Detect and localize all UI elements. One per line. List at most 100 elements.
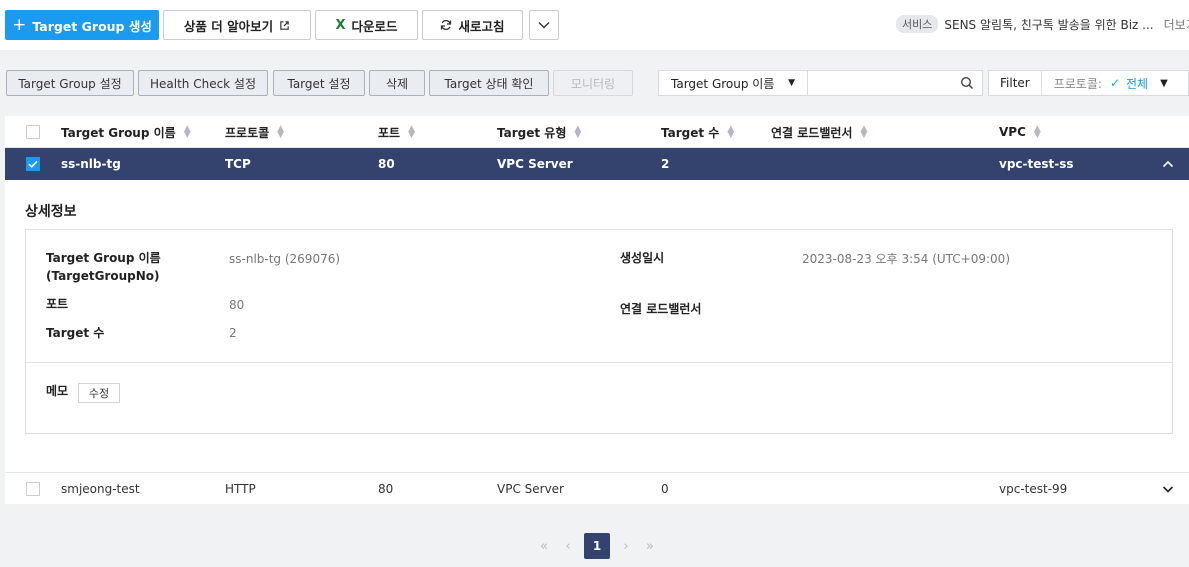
column-header-target-count[interactable]: Target 수 ▲ ▼ <box>661 116 734 148</box>
refresh-button[interactable]: 새로고침 <box>422 10 523 40</box>
tg-name-label-line1: Target Group 이름 <box>46 251 161 265</box>
create-target-group-button[interactable]: + Target Group 생성 <box>5 10 159 40</box>
check-icon <box>28 160 38 168</box>
notice-tag: 서비스 <box>896 15 939 33</box>
column-header-target-type[interactable]: Target 유형 ▲ ▼ <box>497 116 581 148</box>
download-button[interactable]: X 다운로드 <box>315 10 418 40</box>
cell-target-count: 2 <box>661 157 670 171</box>
chevron-down-icon <box>538 22 550 29</box>
tg-name-value: ss-nlb-tg (269076) <box>229 252 341 266</box>
filter-label: Filter <box>989 71 1042 95</box>
column-header-load-balancer[interactable]: 연결 로드밸런서 ▲ ▼ <box>771 116 867 148</box>
table-row[interactable]: smjeong-test HTTP 80 VPC Server 0 vpc-te… <box>5 472 1189 504</box>
next-page-icon[interactable]: › <box>618 539 634 554</box>
create-button-label: Target Group 생성 <box>32 18 152 34</box>
row-checkbox[interactable] <box>26 157 40 171</box>
column-header-vpc[interactable]: VPC ▲ ▼ <box>999 116 1041 148</box>
cell-name: ss-nlb-tg <box>61 157 121 171</box>
target-count-value: 2 <box>229 326 237 340</box>
column-header-name[interactable]: Target Group 이름 ▲ ▼ <box>61 116 191 148</box>
table-header: Target Group 이름 ▲ ▼ 프로토콜 ▲ ▼ 포트 ▲ ▼ Target 유형 ▲… <box>5 116 1189 148</box>
check-icon: ✓ <box>1109 76 1120 90</box>
sort-icon: ▲ ▼ <box>1033 124 1041 140</box>
plus-icon: + <box>12 14 27 35</box>
sort-icon: ▲ ▼ <box>574 124 582 140</box>
cell-target-count: 0 <box>661 482 669 496</box>
sort-icon: ▲ ▼ <box>860 124 868 140</box>
table-row[interactable]: ss-nlb-tg TCP 80 VPC Server 2 vpc-test-s… <box>5 148 1189 180</box>
column-header-label: 연결 로드밸런서 <box>771 125 853 140</box>
select-all-checkbox[interactable] <box>26 125 40 139</box>
chevron-up-icon[interactable] <box>1161 157 1175 171</box>
pagination: « ‹ 1 › » <box>536 533 658 559</box>
column-header-label: Target Group 이름 <box>61 125 176 140</box>
cell-port: 80 <box>378 482 394 496</box>
first-page-icon[interactable]: « <box>536 539 552 554</box>
monitoring-button[interactable]: 모니터링 <box>553 70 633 96</box>
memo-edit-button[interactable]: 수정 <box>78 383 120 403</box>
top-toolbar: + Target Group 생성 상품 더 알아보기 X 다운로드 새로고침 … <box>0 0 1189 50</box>
detail-box: Target Group 이름 (TargetGroupNo) ss-nlb-t… <box>25 229 1173 434</box>
port-label: 포트 <box>46 297 69 311</box>
last-page-icon[interactable]: » <box>642 539 658 554</box>
caret-down-icon: ▼ <box>788 78 795 88</box>
detail-title: 상세정보 <box>25 204 77 220</box>
cell-vpc: vpc-test-ss <box>999 157 1074 171</box>
column-header-port[interactable]: 포트 ▲ ▼ <box>378 116 415 148</box>
target-status-button[interactable]: Target 상태 확인 <box>429 70 549 96</box>
caret-down-icon[interactable]: ▼ <box>1160 78 1168 89</box>
column-header-protocol[interactable]: 프로토콜 ▲ ▼ <box>225 116 284 148</box>
tg-name-label-line2: (TargetGroupNo) <box>46 269 160 283</box>
detail-panel: 상세정보 Target Group 이름 (TargetGroupNo) ss-… <box>5 180 1189 472</box>
learn-more-label: 상품 더 알아보기 <box>183 18 274 34</box>
search-field-select[interactable]: Target Group 이름 ▼ <box>658 70 808 96</box>
external-link-icon <box>280 20 289 30</box>
tg-name-label: Target Group 이름 (TargetGroupNo) <box>46 249 161 285</box>
load-balancer-label: 연결 로드밸런서 <box>620 302 702 316</box>
cell-port: 80 <box>378 157 395 171</box>
row-checkbox[interactable] <box>26 482 40 496</box>
chevron-down-icon[interactable] <box>1161 482 1175 496</box>
cell-target-type: VPC Server <box>497 482 564 496</box>
search-input[interactable] <box>808 70 983 96</box>
sort-icon: ▲ ▼ <box>408 124 416 140</box>
health-check-settings-button[interactable]: Health Check 설정 <box>138 70 268 96</box>
delete-button[interactable]: 삭제 <box>369 70 425 96</box>
prev-page-icon[interactable]: ‹ <box>560 539 576 554</box>
protocol-filter-label: 프로토콜: <box>1053 76 1102 91</box>
sort-icon: ▲ ▼ <box>277 124 285 140</box>
divider <box>26 362 1172 363</box>
refresh-icon <box>441 19 452 31</box>
download-label: 다운로드 <box>351 18 398 34</box>
tg-settings-button[interactable]: Target Group 설정 <box>6 70 134 96</box>
protocol-filter-value[interactable]: 전체 <box>1126 75 1148 92</box>
filter-box: Filter 프로토콜: ✓ 전체 ▼ <box>988 70 1189 96</box>
notice-more-link[interactable]: 더보기 <box>1164 16 1189 33</box>
more-dropdown-button[interactable] <box>529 10 559 40</box>
sort-icon: ▲ ▼ <box>183 124 191 140</box>
created-at-value: 2023-08-23 오후 3:54 (UTC+09:00) <box>802 252 1010 266</box>
port-value: 80 <box>229 298 245 312</box>
column-header-label: VPC <box>999 125 1026 139</box>
search-icon[interactable] <box>960 76 974 90</box>
created-at-label: 생성일시 <box>620 251 665 265</box>
cell-name: smjeong-test <box>61 482 140 496</box>
cell-protocol: TCP <box>225 157 251 171</box>
column-header-label: 포트 <box>378 125 401 140</box>
target-count-label: Target 수 <box>46 326 105 340</box>
column-header-label: Target 유형 <box>497 125 567 140</box>
target-settings-button[interactable]: Target 설정 <box>273 70 365 96</box>
column-header-label: 프로토콜 <box>225 125 270 140</box>
notice-text[interactable]: SENS 알림톡, 친구톡 발송을 위한 Biz ... <box>944 16 1153 33</box>
cell-target-type: VPC Server <box>497 157 573 171</box>
column-header-label: Target 수 <box>661 125 720 140</box>
current-page[interactable]: 1 <box>584 533 610 559</box>
sort-icon: ▲ ▼ <box>727 124 735 140</box>
cell-vpc: vpc-test-99 <box>999 482 1068 496</box>
excel-icon: X <box>335 17 346 33</box>
cell-protocol: HTTP <box>225 482 256 496</box>
learn-more-button[interactable]: 상품 더 알아보기 <box>163 10 311 40</box>
service-notice[interactable]: 서비스 SENS 알림톡, 친구톡 발송을 위한 Biz ... 더보기 <box>896 15 1189 33</box>
memo-label: 메모 <box>46 384 69 398</box>
refresh-label: 새로고침 <box>458 18 505 34</box>
